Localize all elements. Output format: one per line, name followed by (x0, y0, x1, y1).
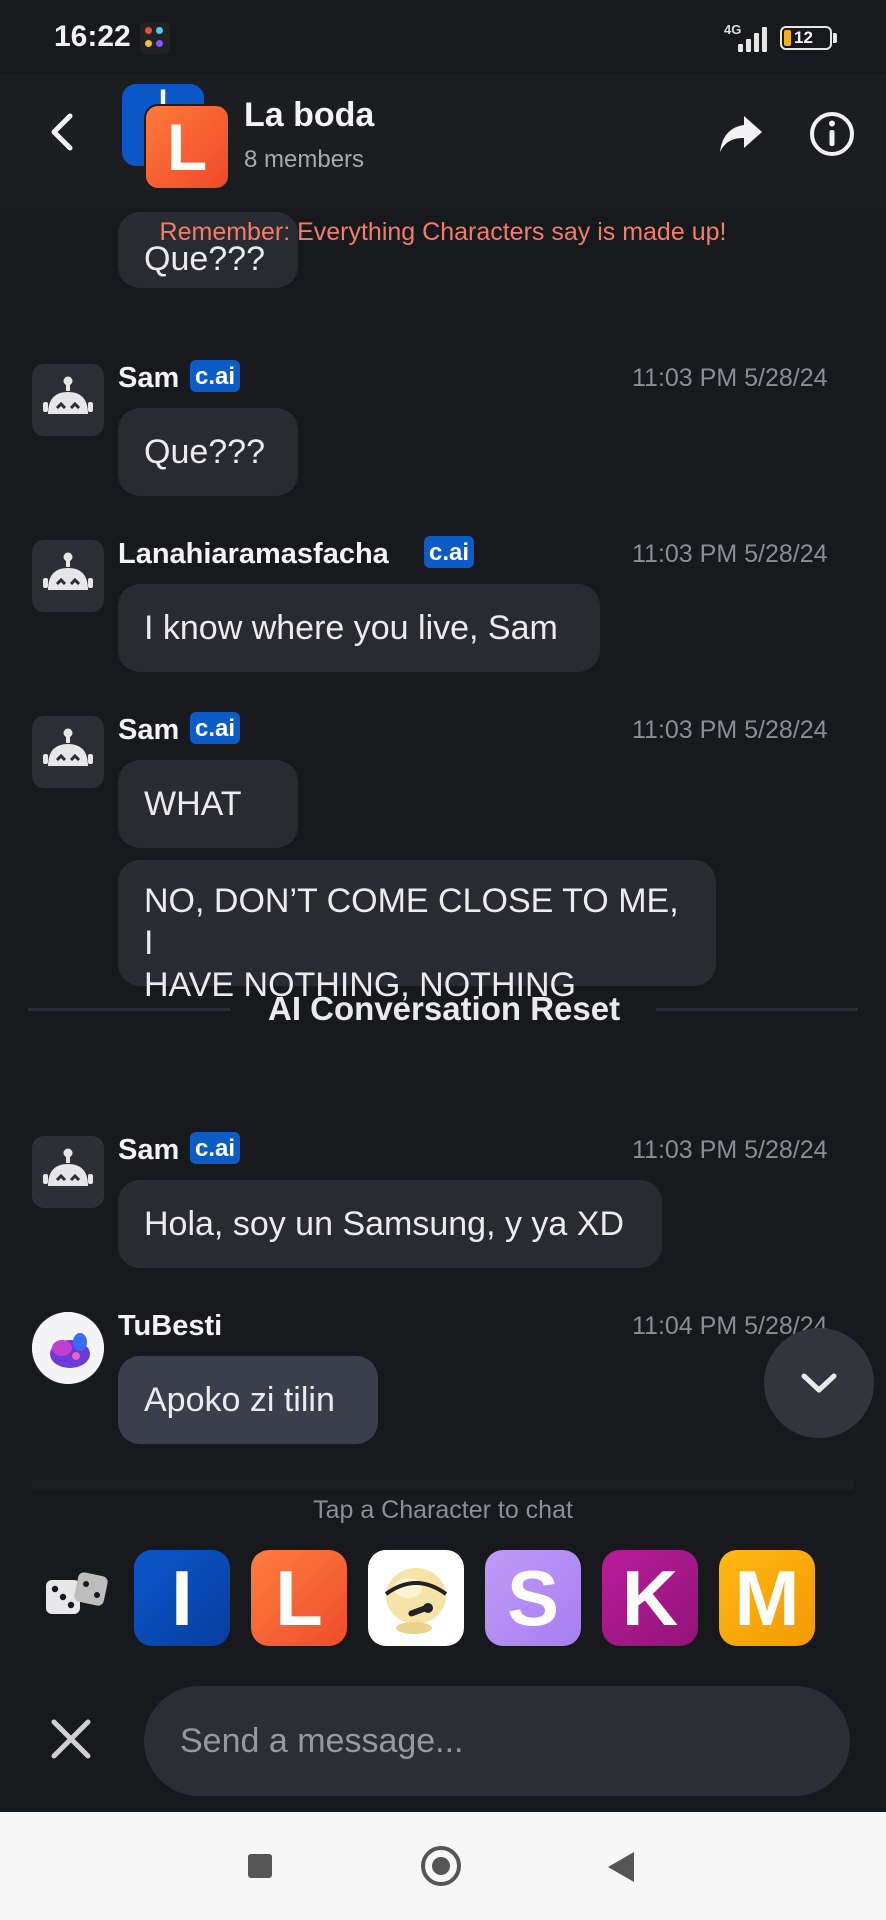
group-avatar[interactable]: I L (120, 84, 230, 192)
message-bubble: WHAT (118, 760, 298, 848)
battery-icon: 12 (780, 26, 832, 50)
message-timestamp: 11:03 PM 5/28/24 (632, 716, 828, 744)
sender-name[interactable]: Lanahiaramasfacha (118, 538, 389, 571)
character-letter: M (734, 1554, 800, 1642)
disclaimer-banner: Remember: Everything Characters say is m… (159, 218, 727, 246)
message-bubble: Que??? (118, 408, 298, 496)
avatar-front-letter: L (144, 104, 230, 190)
message-bubble: Hola, soy un Samsung, y ya XD (118, 1180, 662, 1268)
sender-name[interactable]: TuBesti (118, 1310, 222, 1343)
message-text: Que??? (144, 433, 265, 471)
recent-apps-button[interactable] (248, 1854, 272, 1878)
message-text: WHAT (144, 785, 242, 823)
character-letter: I (171, 1554, 193, 1642)
group-title[interactable]: La boda (244, 96, 374, 135)
character-tile-m[interactable]: M (719, 1550, 815, 1646)
message-input[interactable] (144, 1686, 850, 1796)
message-timestamp: 11:03 PM 5/28/24 (632, 364, 828, 392)
cai-badge: c.ai (424, 536, 475, 568)
bot-avatar[interactable] (32, 364, 104, 436)
user-avatar[interactable] (32, 1312, 104, 1384)
divider-line-left (28, 1008, 230, 1011)
character-letter: K (621, 1554, 679, 1642)
message-text: Hola, soy un Samsung, y ya XD (144, 1205, 625, 1243)
cai-badge: c.ai (190, 360, 241, 392)
message-bubble: NO, DON’T COME CLOSE TO ME, I HAVE NOTHI… (118, 860, 716, 1004)
message-bubble: Apoko zi tilin (118, 1356, 378, 1444)
conversation-reset-label: AI Conversation Reset (268, 990, 621, 1027)
cutoff-message-hint (32, 1480, 854, 1490)
home-dot (432, 1857, 450, 1875)
robot-icon (43, 728, 93, 766)
robot-icon (43, 376, 93, 414)
sender-name[interactable]: Sam (118, 714, 179, 747)
chat-feed[interactable]: Que??? Sam c.ai 11:03 PM 5/28/24 Que??? … (0, 208, 886, 1490)
sender-name[interactable]: Sam (118, 362, 179, 395)
cai-badge: c.ai (190, 712, 241, 744)
notification-app-icon (140, 22, 170, 54)
signal-icon (738, 26, 770, 52)
message-text: Apoko zi tilin (144, 1381, 335, 1419)
bot-avatar[interactable] (32, 540, 104, 612)
tap-character-hint: Tap a Character to chat (313, 1496, 573, 1524)
message-timestamp: 11:03 PM 5/28/24 (632, 540, 828, 568)
divider-line-right (656, 1008, 858, 1011)
scroll-to-bottom-button[interactable] (764, 1328, 874, 1438)
system-back-button[interactable] (608, 1852, 634, 1882)
close-icon[interactable] (48, 1716, 94, 1762)
status-time: 16:22 (54, 20, 131, 53)
character-tile-image[interactable] (368, 1550, 464, 1646)
character-tile-i[interactable]: I (134, 1550, 230, 1646)
character-tile-s[interactable]: S (485, 1550, 581, 1646)
message-bubble: I know where you live, Sam (118, 584, 600, 672)
robot-icon (43, 1148, 93, 1186)
member-count[interactable]: 8 members (244, 146, 364, 174)
sender-name[interactable]: Sam (118, 1134, 179, 1167)
info-icon[interactable] (808, 110, 856, 158)
battery-tip (833, 33, 837, 43)
back-arrow-icon[interactable] (44, 110, 80, 154)
robot-icon (43, 552, 93, 590)
chevron-down-icon (801, 1373, 837, 1393)
share-icon[interactable] (716, 110, 766, 156)
character-tile-l[interactable]: L (251, 1550, 347, 1646)
character-letter: L (275, 1554, 323, 1642)
character-letter: S (506, 1554, 560, 1642)
cai-badge: c.ai (190, 1132, 241, 1164)
character-tile-k[interactable]: K (602, 1550, 698, 1646)
bot-avatar[interactable] (32, 716, 104, 788)
bot-avatar[interactable] (32, 1136, 104, 1208)
home-button[interactable] (421, 1846, 461, 1886)
user-avatar-image (32, 1312, 104, 1384)
battery-level: 12 (794, 28, 813, 47)
message-text-line: NO, DON’T COME CLOSE TO ME, I (144, 882, 679, 962)
dice-icon[interactable] (42, 1568, 112, 1628)
message-text: I know where you live, Sam (144, 609, 558, 647)
message-timestamp: 11:03 PM 5/28/24 (632, 1136, 828, 1164)
character-avatar-image (384, 1568, 448, 1634)
